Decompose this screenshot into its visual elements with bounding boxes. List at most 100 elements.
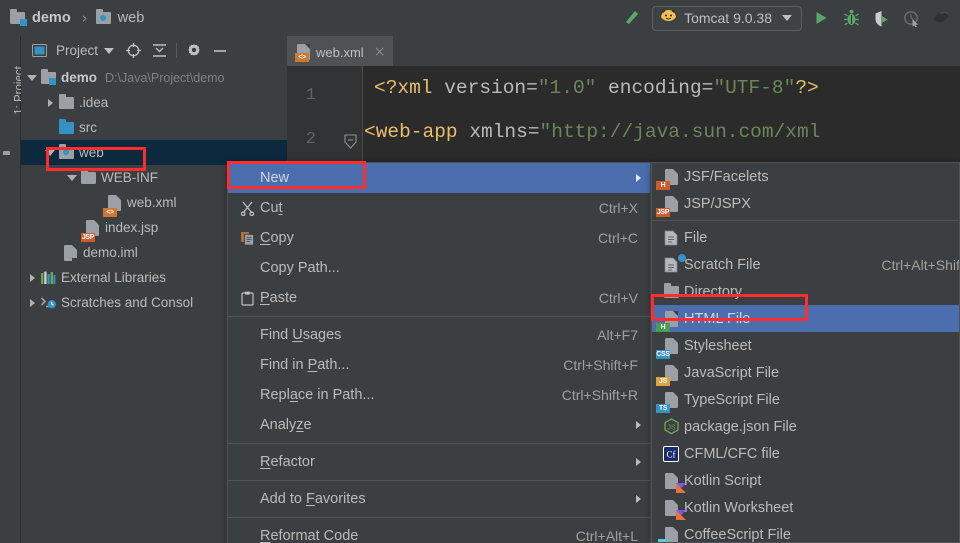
gear-icon[interactable] <box>181 38 207 64</box>
tree-row-label: src <box>79 120 97 135</box>
fold-marker-icon[interactable] <box>344 134 357 149</box>
tree-row-label: demo <box>61 70 98 85</box>
submenu-item-label: Scratch File <box>684 256 761 273</box>
hide-icon[interactable] <box>207 38 233 64</box>
mnemonic: z <box>296 417 304 433</box>
menu-item-copy[interactable]: Copy Ctrl+C <box>228 223 650 253</box>
chevron-down-icon[interactable] <box>98 38 120 64</box>
scratch-file-icon <box>658 253 686 276</box>
submenu-item-jsp-jspx[interactable]: JSP JSP/JSPX <box>652 190 959 217</box>
menu-separator <box>228 443 650 444</box>
breadcrumb-item-web[interactable]: web <box>95 0 144 36</box>
menu-separator <box>652 220 959 221</box>
menu-item-label: Cut <box>260 200 283 216</box>
run-configuration-selector[interactable]: Tomcat 9.0.38 <box>652 5 802 31</box>
twisty-closed-icon[interactable] <box>25 290 39 315</box>
submenu-item-label: CFML/CFC file <box>684 445 780 462</box>
code-token-tag: <?xml <box>374 77 433 99</box>
cfml-file-icon: Cf <box>658 443 684 465</box>
twisty-closed-icon[interactable] <box>25 265 39 290</box>
tool-window-tab-project[interactable]: 1: Project <box>0 66 25 148</box>
submenu-item-jsf-facelets[interactable]: H JSF/Facelets <box>652 163 959 190</box>
tree-row-idea[interactable]: .idea <box>21 90 287 115</box>
breadcrumb-item-demo[interactable]: demo <box>10 0 71 36</box>
run-configuration-label: Tomcat 9.0.38 <box>684 10 772 26</box>
mnemonic: a <box>289 387 298 403</box>
submenu-item-html-file[interactable]: H HTML File <box>652 305 959 332</box>
menu-item-label: Copy Path... <box>260 260 340 276</box>
submenu-item-scratch-file[interactable]: Scratch File Ctrl+Alt+Shift+Insert <box>652 251 959 278</box>
build-hammer-icon[interactable] <box>622 6 642 31</box>
tree-row-src[interactable]: src <box>21 115 287 140</box>
code-token-value: "1.0" <box>537 77 597 99</box>
submenu-item-label: JSP/JSPX <box>684 195 751 212</box>
scissors-icon <box>234 197 260 219</box>
menu-item-new[interactable]: New <box>228 163 650 193</box>
submenu-item-kotlin-script[interactable]: Kotlin Script <box>652 467 959 494</box>
toolbar-actions: Tomcat 9.0.38 <box>622 0 960 36</box>
code-token-attr: encoding= <box>596 77 714 99</box>
project-folder-icon <box>10 9 27 26</box>
new-submenu[interactable]: H JSF/Facelets JSP JSP/JSPX File Scratch… <box>651 162 960 543</box>
dark-bird-icon[interactable] <box>930 7 952 29</box>
locate-icon[interactable] <box>120 38 146 64</box>
bug-icon[interactable] <box>840 7 862 29</box>
menu-item-cut[interactable]: Cut Ctrl+X <box>228 193 650 223</box>
submenu-arrow-icon <box>636 495 641 503</box>
submenu-item-javascript-file[interactable]: JS JavaScript File <box>652 359 959 386</box>
twisty-open-icon[interactable] <box>43 140 57 165</box>
web-folder-icon <box>95 9 111 24</box>
submenu-item-stylesheet[interactable]: CSS Stylesheet <box>652 332 959 359</box>
menu-item-shortcut: Ctrl+X <box>598 200 638 216</box>
web-folder-icon <box>57 140 75 165</box>
menu-item-find-in-path[interactable]: Find in Path... Ctrl+Shift+F <box>228 350 650 380</box>
kotlin-icon <box>658 497 686 520</box>
submenu-item-package-json-file[interactable]: JS package.json File <box>652 413 959 440</box>
menu-item-icon <box>234 451 260 473</box>
menu-item-label: Analyze <box>260 417 312 433</box>
menu-item-paste[interactable]: Paste Ctrl+V <box>228 283 650 313</box>
submenu-item-directory[interactable]: Directory <box>652 278 959 305</box>
chevron-down-icon <box>782 15 792 21</box>
submenu-item-typescript-file[interactable]: TS TypeScript File <box>652 386 959 413</box>
menu-item-analyze[interactable]: Analyze <box>228 410 650 440</box>
submenu-item-file[interactable]: File <box>652 224 959 251</box>
editor-tab-web-xml[interactable]: <> web.xml × <box>287 36 394 66</box>
submenu-arrow-icon <box>636 421 641 429</box>
submenu-item-label: HTML File <box>684 310 751 327</box>
twisty-open-icon[interactable] <box>25 65 39 90</box>
menu-item-icon <box>234 167 260 189</box>
context-menu[interactable]: New Cut Ctrl+X Copy Ctrl+C Copy Path... … <box>227 162 651 543</box>
menu-item-icon <box>234 488 260 510</box>
menu-item-reformat-code[interactable]: Reformat Code Ctrl+Alt+L <box>228 521 650 543</box>
menu-item-find-usages[interactable]: Find Usages Alt+F7 <box>228 320 650 350</box>
submenu-item-label: Kotlin Worksheet <box>684 499 794 516</box>
twisty-closed-icon[interactable] <box>43 90 57 115</box>
shield-play-icon[interactable] <box>870 7 892 29</box>
menu-item-label: Replace in Path... <box>260 387 375 403</box>
menu-item-refactor[interactable]: Refactor <box>228 447 650 477</box>
mnemonic: t <box>278 200 283 216</box>
submenu-item-label: Directory <box>684 283 743 300</box>
tree-row-demo[interactable]: demo D:\Java\Project\demo <box>21 65 287 90</box>
twisty-open-icon[interactable] <box>65 165 79 190</box>
menu-item-label: Find Usages <box>260 327 342 343</box>
menu-item-copy-path[interactable]: Copy Path... <box>228 253 650 283</box>
profiler-icon[interactable] <box>900 7 922 29</box>
menu-item-replace-in-path[interactable]: Replace in Path... Ctrl+Shift+R <box>228 380 650 410</box>
mnemonic: R <box>260 528 271 543</box>
tree-row-label: web <box>79 145 104 160</box>
submenu-item-label: CoffeeScript File <box>684 526 791 543</box>
folder-gray-icon <box>57 90 75 115</box>
close-icon[interactable]: × <box>374 44 386 60</box>
submenu-item-coffeescript-file[interactable]: CoffeeScript File <box>652 521 959 543</box>
collapse-all-icon[interactable] <box>146 38 172 64</box>
xml-file-icon: <> <box>295 44 310 62</box>
submenu-item-kotlin-worksheet[interactable]: Kotlin Worksheet <box>652 494 959 521</box>
menu-item-add-to-favorites[interactable]: Add to Favorites <box>228 484 650 514</box>
breadcrumb-separator: › <box>81 9 88 27</box>
submenu-item-cfml-cfc-file[interactable]: Cf CFML/CFC file <box>652 440 959 467</box>
menu-item-label: New <box>260 170 290 186</box>
play-icon[interactable] <box>810 7 832 29</box>
tree-row-label: demo.iml <box>83 245 138 260</box>
